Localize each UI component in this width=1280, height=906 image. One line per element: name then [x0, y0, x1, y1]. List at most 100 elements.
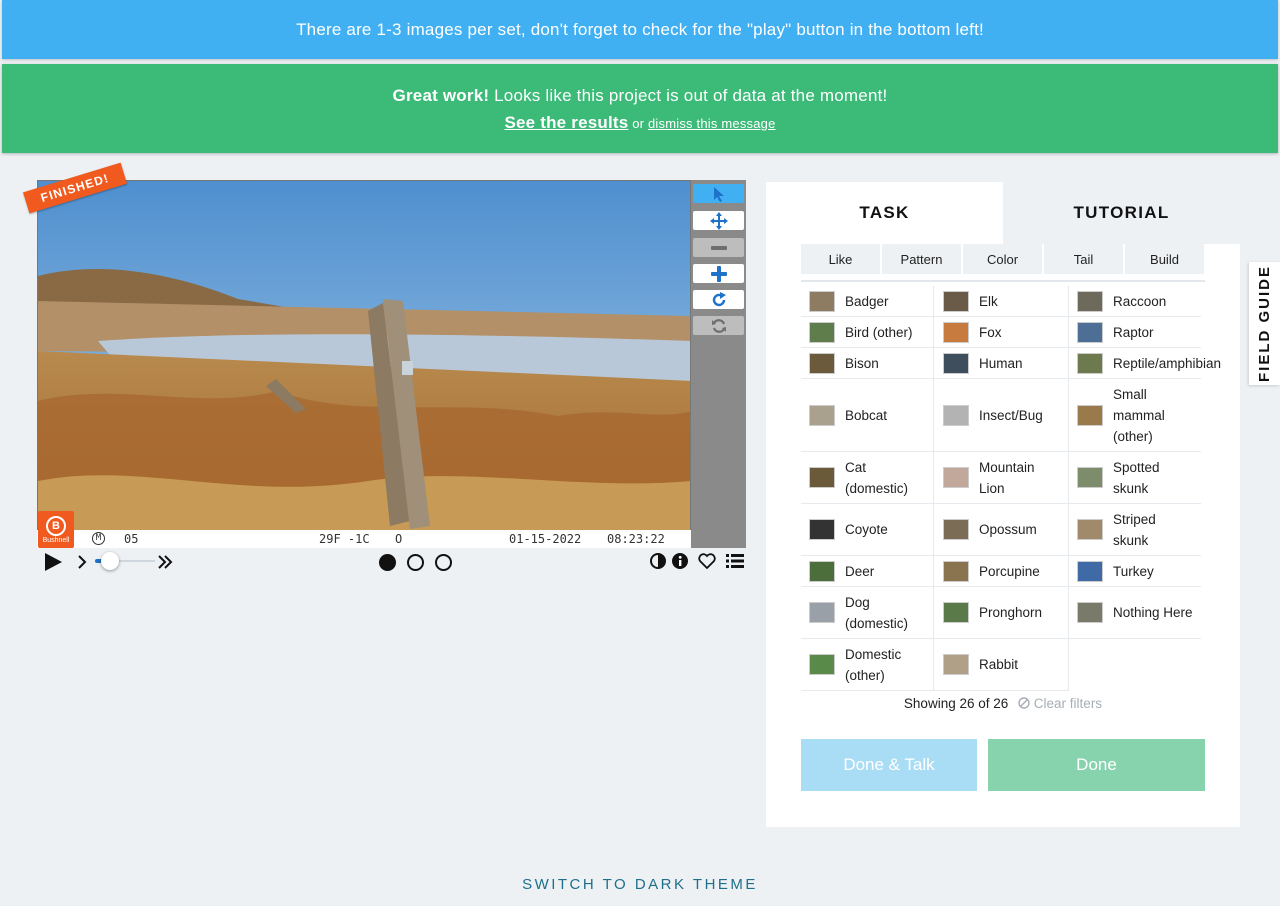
- tab-tutorial[interactable]: TUTORIAL: [1003, 182, 1240, 244]
- species-dog-domestic[interactable]: Dog (domestic): [801, 587, 934, 639]
- frame-dot-3[interactable]: [435, 554, 452, 571]
- play-button[interactable]: [42, 551, 64, 573]
- filter-build[interactable]: Build: [1125, 244, 1204, 274]
- camera-temperature: 29F -1C: [319, 532, 370, 546]
- species-deer[interactable]: Deer: [801, 556, 934, 587]
- species-thumbnail: [1077, 560, 1103, 582]
- species-thumbnail: [1077, 290, 1103, 312]
- subject-image-viewer[interactable]: [37, 180, 691, 548]
- species-raptor[interactable]: Raptor: [1069, 317, 1201, 348]
- species-thumbnail: [809, 467, 835, 488]
- species-badger[interactable]: Badger: [801, 286, 934, 317]
- field-guide-tab[interactable]: FIELD GUIDE: [1249, 262, 1280, 385]
- species-thumbnail: [809, 404, 835, 426]
- frame-dot-1[interactable]: [379, 554, 396, 571]
- task-panel: TASK TUTORIAL Like Pattern Color Tail Bu…: [766, 182, 1240, 827]
- favorite-button[interactable]: [697, 552, 717, 570]
- species-label: Spotted skunk: [1113, 459, 1160, 496]
- species-elk[interactable]: Elk: [934, 286, 1069, 317]
- success-banner-line1: Great work! Looks like this project is o…: [2, 86, 1278, 106]
- species-thumbnail: [809, 290, 835, 312]
- species-rabbit[interactable]: Rabbit: [934, 639, 1069, 691]
- species-fox[interactable]: Fox: [934, 317, 1069, 348]
- collections-button[interactable]: [725, 552, 745, 570]
- tab-task[interactable]: TASK: [766, 182, 1003, 244]
- species-cat-domestic[interactable]: Cat (domestic): [801, 452, 934, 504]
- showing-count: Showing 26 of 26: [903, 696, 1009, 711]
- species-reptile-amphibian[interactable]: Reptile/amphibian: [1069, 348, 1221, 379]
- species-label: Bison: [845, 355, 879, 371]
- faster-button[interactable]: [155, 553, 175, 571]
- species-small-mammal-other[interactable]: Small mammal (other): [1069, 379, 1201, 452]
- species-label: Raptor: [1113, 324, 1154, 340]
- dismiss-message-link[interactable]: dismiss this message: [648, 116, 776, 131]
- filter-tail[interactable]: Tail: [1044, 244, 1123, 274]
- species-coyote[interactable]: Coyote: [801, 504, 934, 556]
- species-domestic-other[interactable]: Domestic (other): [801, 639, 934, 691]
- species-bison[interactable]: Bison: [801, 348, 934, 379]
- species-bobcat[interactable]: Bobcat: [801, 379, 934, 452]
- info-icon: [672, 553, 688, 569]
- species-label: Mountain Lion: [979, 459, 1035, 496]
- species-label: Rabbit: [979, 657, 1019, 672]
- pointer-tool-button[interactable]: [693, 184, 744, 203]
- rotate-icon: [712, 291, 726, 306]
- species-label: Elk: [979, 293, 998, 309]
- species-thumbnail: [1077, 404, 1103, 426]
- species-insect-bug[interactable]: Insect/Bug: [934, 379, 1069, 452]
- species-thumbnail: [943, 352, 969, 374]
- move-tool-button[interactable]: [693, 211, 744, 230]
- camera-frame-number: 05: [124, 532, 139, 546]
- filter-bar: Like Pattern Color Tail Build: [801, 244, 1205, 282]
- species-label: Coyote: [845, 522, 888, 537]
- camera-info-strip: M 05 29F -1C O 01-15-2022 08:23:22: [37, 530, 691, 548]
- metadata-button[interactable]: [671, 552, 689, 570]
- camera-brand-logo: B Bushnell: [38, 511, 74, 548]
- slower-button[interactable]: [75, 553, 89, 571]
- species-thumbnail: [1077, 467, 1103, 488]
- filter-like[interactable]: Like: [801, 244, 880, 274]
- species-label: Small mammal (other): [1113, 386, 1165, 444]
- species-thumbnail: [943, 519, 969, 540]
- species-pronghorn[interactable]: Pronghorn: [934, 587, 1069, 639]
- species-thumbnail: [1077, 602, 1103, 623]
- frame-dot-2[interactable]: [407, 554, 424, 571]
- invert-button[interactable]: [649, 552, 667, 570]
- species-label: Badger: [845, 293, 889, 309]
- species-label: Porcupine: [979, 563, 1040, 579]
- zoom-in-button[interactable]: [693, 264, 744, 283]
- species-bird-other[interactable]: Bird (other): [801, 317, 934, 348]
- filter-pattern[interactable]: Pattern: [882, 244, 961, 274]
- zoom-in-icon: [710, 265, 727, 282]
- success-banner-line2: See the results or dismiss this message: [2, 113, 1278, 133]
- species-nothing-here[interactable]: Nothing Here: [1069, 587, 1201, 639]
- species-label: Nothing Here: [1113, 605, 1193, 620]
- species-thumbnail: [809, 654, 835, 675]
- zoom-out-button[interactable]: [693, 238, 744, 257]
- playback-speed-knob[interactable]: [101, 552, 119, 570]
- species-raccoon[interactable]: Raccoon: [1069, 286, 1201, 317]
- reset-button[interactable]: [693, 316, 744, 335]
- species-porcupine[interactable]: Porcupine: [934, 556, 1069, 587]
- species-label: Raccoon: [1113, 293, 1167, 309]
- done-button[interactable]: Done: [988, 739, 1205, 791]
- camera-time: 08:23:22: [607, 532, 665, 546]
- or-text: or: [628, 116, 648, 131]
- species-thumbnail: [1077, 352, 1103, 374]
- species-opossum[interactable]: Opossum: [934, 504, 1069, 556]
- species-label: Bird (other): [845, 324, 913, 340]
- species-spotted-skunk[interactable]: Spotted skunk: [1069, 452, 1201, 504]
- switch-theme-button[interactable]: SWITCH TO DARK THEME: [0, 876, 1280, 893]
- info-banner-text: There are 1-3 images per set, don't forg…: [296, 19, 984, 39]
- species-human[interactable]: Human: [934, 348, 1069, 379]
- species-mountain-lion[interactable]: Mountain Lion: [934, 452, 1069, 504]
- rotate-button[interactable]: [693, 290, 744, 309]
- species-turkey[interactable]: Turkey: [1069, 556, 1201, 587]
- clear-filters-label: Clear filters: [1033, 696, 1103, 711]
- see-results-link[interactable]: See the results: [504, 113, 628, 132]
- species-striped-skunk[interactable]: Striped skunk: [1069, 504, 1201, 556]
- done-and-talk-button[interactable]: Done & Talk: [801, 739, 977, 791]
- filter-color[interactable]: Color: [963, 244, 1042, 274]
- clear-filters-button[interactable]: Clear filters: [1018, 696, 1102, 711]
- double-chevron-right-icon: [158, 555, 173, 569]
